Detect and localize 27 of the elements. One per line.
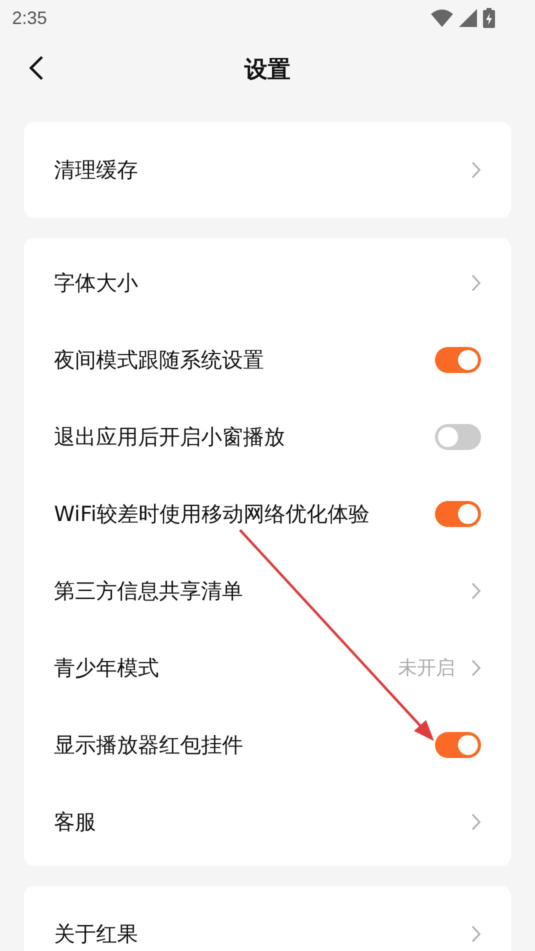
chevron-right-icon[interactable]: [471, 812, 481, 830]
setting-label[interactable]: 显示播放器红包挂件: [54, 730, 243, 758]
back-button[interactable]: [28, 54, 46, 82]
toggle-switch[interactable]: [435, 346, 481, 372]
chevron-right-icon[interactable]: [471, 658, 481, 676]
setting-value: 未开启: [398, 656, 455, 680]
chevron-right-icon[interactable]: [471, 582, 481, 600]
setting-label[interactable]: 客服: [54, 808, 96, 836]
chevron-right-icon[interactable]: [471, 925, 481, 943]
wifi-icon: [431, 9, 453, 27]
setting-label[interactable]: 退出应用后开启小窗播放: [54, 422, 285, 450]
setting-label[interactable]: 夜间模式跟随系统设置: [54, 346, 264, 374]
page-title: 设置: [244, 56, 290, 84]
toggle-switch[interactable]: [435, 424, 481, 450]
toggle-switch[interactable]: [435, 732, 481, 758]
chevron-right-icon[interactable]: [471, 274, 481, 292]
toggle-switch[interactable]: [435, 500, 481, 526]
setting-label[interactable]: 第三方信息共享清单: [54, 576, 243, 604]
setting-label[interactable]: 青少年模式: [54, 654, 159, 682]
battery-charging-icon: [483, 8, 495, 28]
setting-label[interactable]: 关于红果: [54, 920, 138, 948]
signal-icon: [459, 9, 477, 27]
setting-label[interactable]: 字体大小: [54, 268, 138, 296]
status-time: 2:35: [12, 8, 48, 28]
setting-label[interactable]: 清理缓存: [54, 156, 138, 184]
chevron-right-icon[interactable]: [471, 161, 481, 179]
setting-label[interactable]: WiFi较差时使用移动网络优化体验: [54, 500, 370, 528]
